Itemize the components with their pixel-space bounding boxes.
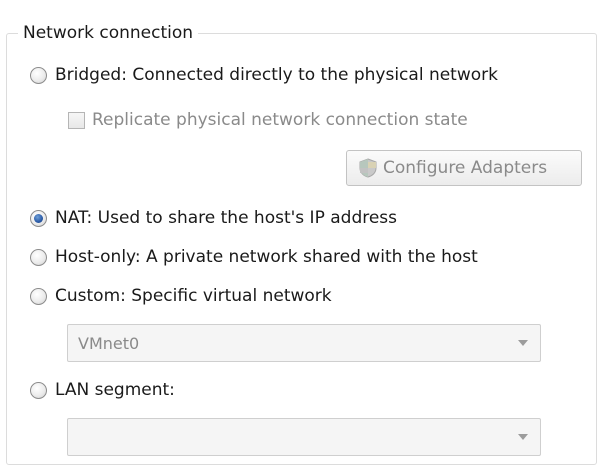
custom-network-dropdown[interactable]: VMnet0 (67, 324, 541, 362)
replicate-state-label: Replicate physical network connection st… (92, 110, 468, 130)
adapters-shield-icon (359, 158, 377, 178)
configure-adapters-label: Configure Adapters (383, 158, 548, 178)
bridged-radio-button[interactable] (30, 66, 47, 84)
replicate-state-checkbox[interactable] (68, 111, 85, 129)
lan-segment-radio-option[interactable]: LAN segment: (30, 378, 175, 402)
chevron-down-icon (518, 434, 528, 440)
custom-radio-option[interactable]: Custom: Specific virtual network (30, 284, 332, 308)
host-only-radio-option[interactable]: Host-only: A private network shared with… (30, 245, 478, 269)
nat-radio-button[interactable] (30, 209, 47, 227)
lan-segment-radio-label: LAN segment: (55, 380, 175, 400)
lan-segment-radio-button[interactable] (30, 381, 47, 399)
host-only-radio-label: Host-only: A private network shared with… (55, 247, 478, 267)
host-only-radio-button[interactable] (30, 248, 47, 266)
bridged-radio-label: Bridged: Connected directly to the physi… (55, 65, 498, 85)
bridged-radio-option[interactable]: Bridged: Connected directly to the physi… (30, 63, 498, 87)
custom-radio-button[interactable] (30, 287, 47, 305)
replicate-state-checkbox-option[interactable]: Replicate physical network connection st… (68, 108, 468, 132)
network-connection-title: Network connection (18, 22, 199, 44)
lan-segment-dropdown[interactable] (67, 418, 541, 456)
custom-radio-label: Custom: Specific virtual network (55, 286, 332, 306)
custom-network-value: VMnet0 (78, 333, 140, 353)
nat-radio-label: NAT: Used to share the host's IP address (55, 208, 398, 228)
nat-radio-option[interactable]: NAT: Used to share the host's IP address (30, 206, 397, 230)
configure-adapters-button[interactable]: Configure Adapters (346, 150, 582, 186)
chevron-down-icon (518, 340, 528, 346)
